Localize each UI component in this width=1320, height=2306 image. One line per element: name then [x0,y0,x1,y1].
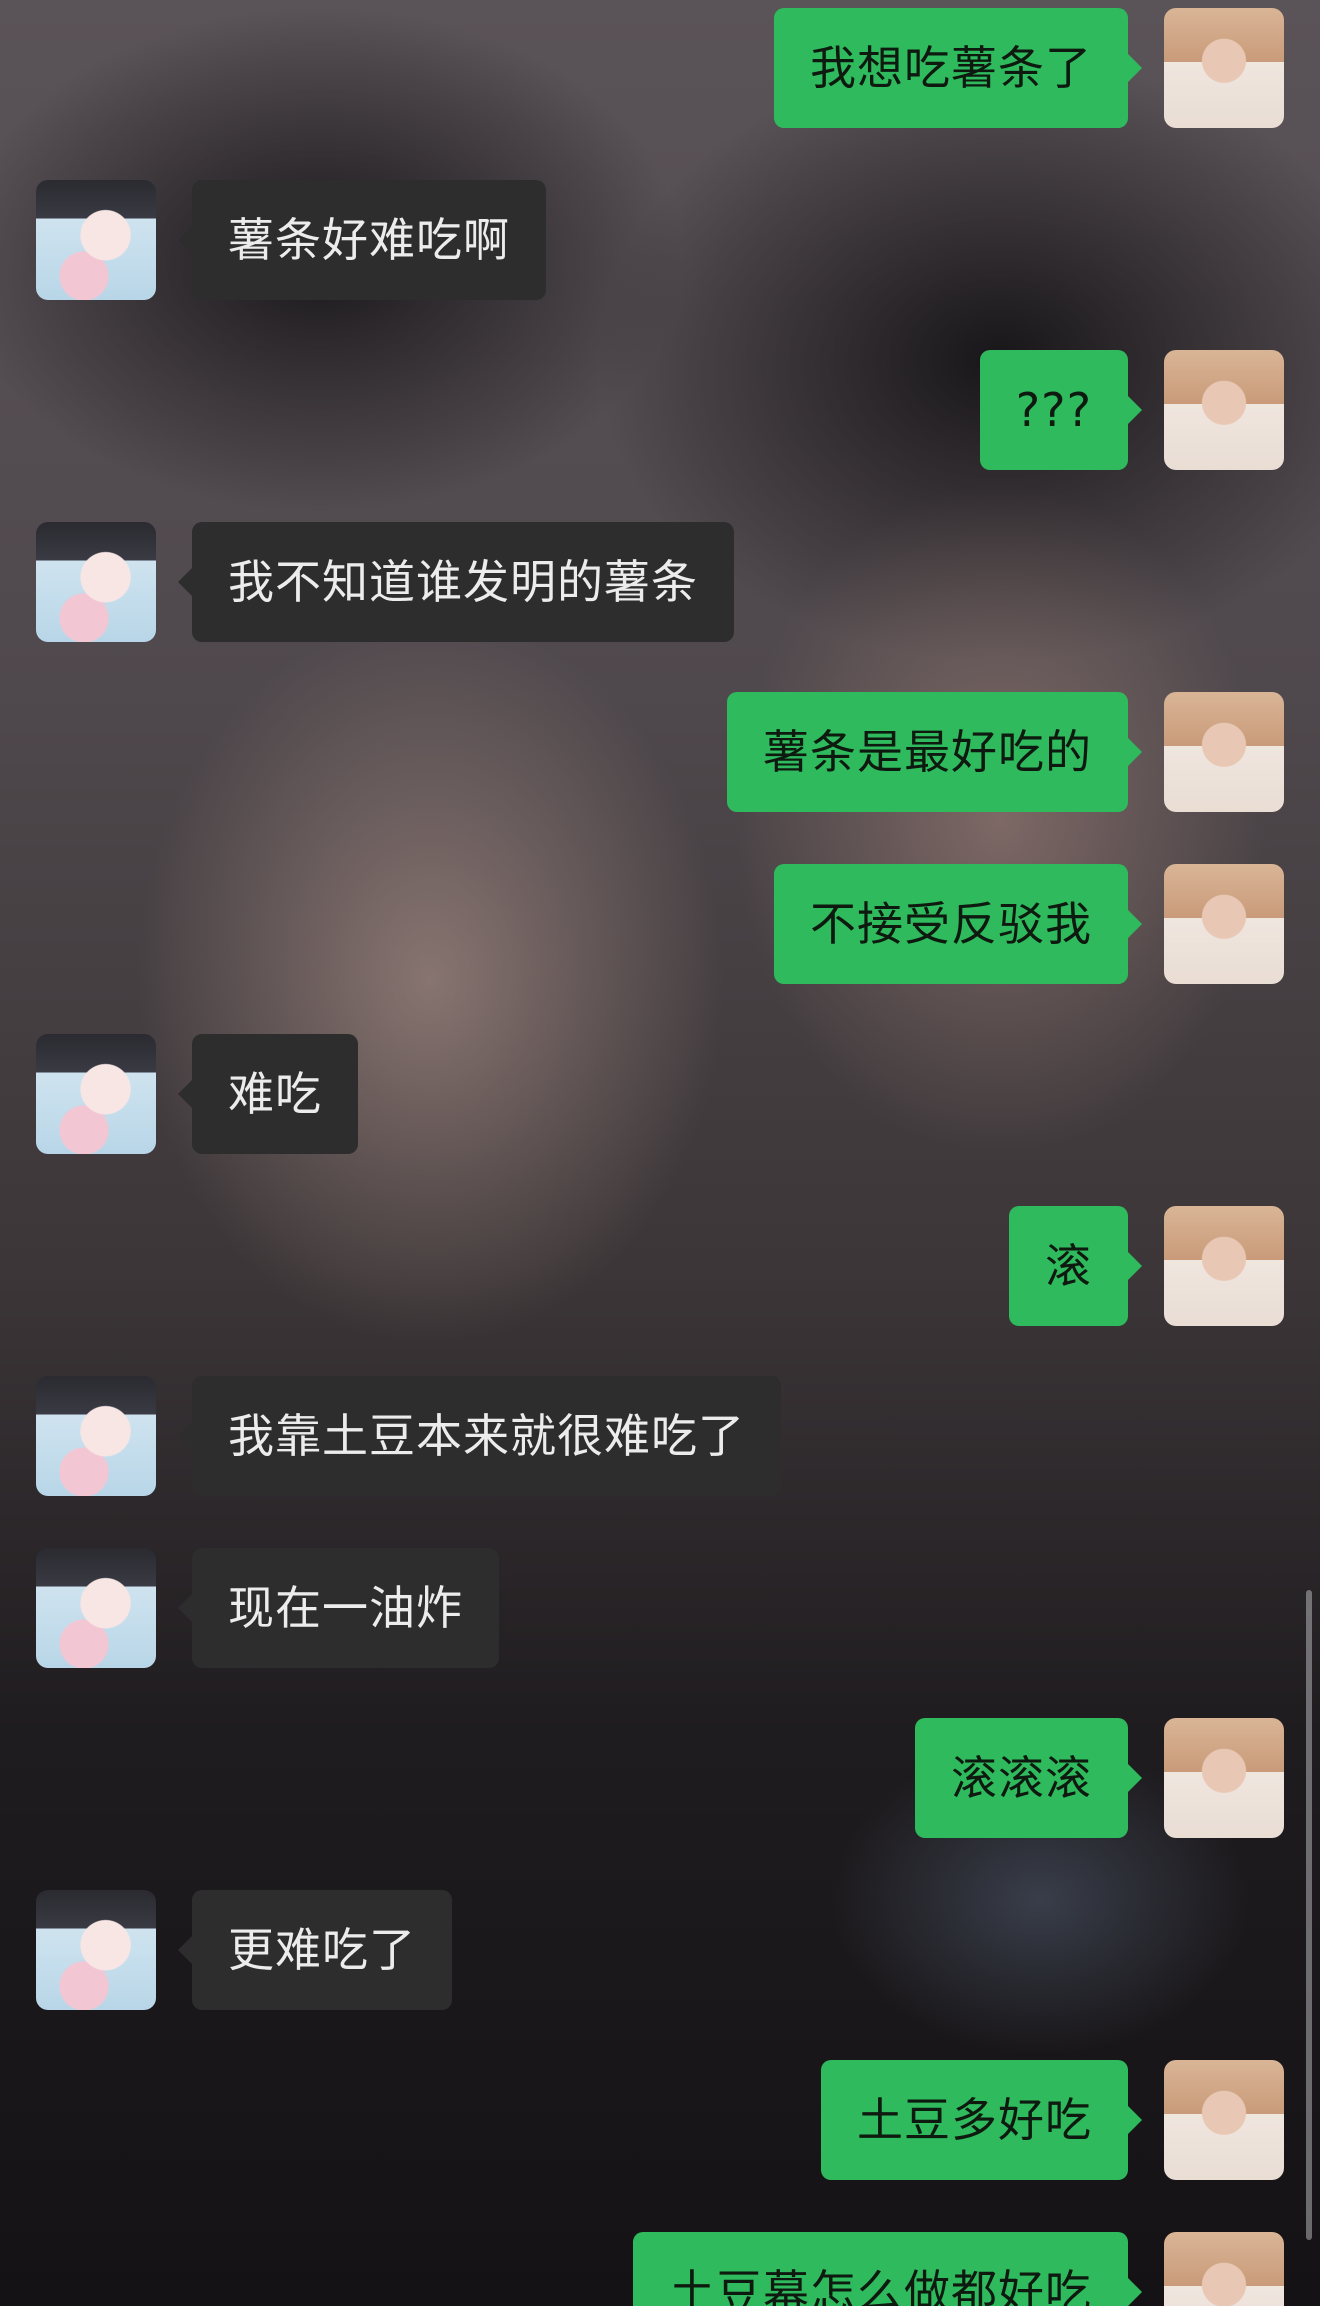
message-bubble-outgoing[interactable]: ??? [979,350,1143,470]
my-avatar[interactable] [1164,1718,1284,1838]
my-avatar[interactable] [1164,350,1284,470]
chat-screen: 我想吃薯条了 薯条好难吃啊 ??? 我不知道谁发明的薯条 薯条是最好吃的 不接受… [0,0,1320,2306]
message-row-incoming: 我不知道谁发明的薯条 [0,522,1320,642]
my-avatar[interactable] [1164,2060,1284,2180]
scrollbar[interactable] [1306,1590,1312,2240]
message-row-outgoing: 我想吃薯条了 [0,8,1320,128]
message-bubble-incoming[interactable]: 现在一油炸 [178,1548,499,1668]
message-row-outgoing: 土豆幕怎么做都好吃 [0,2232,1320,2306]
my-avatar[interactable] [1164,2232,1284,2306]
message-bubble-outgoing[interactable]: 土豆幕怎么做都好吃 [633,2232,1142,2306]
message-bubble-outgoing[interactable]: 滚 [1009,1206,1142,1326]
my-avatar[interactable] [1164,864,1284,984]
message-bubble-outgoing[interactable]: 滚滚滚 [915,1718,1142,1838]
message-bubble-incoming[interactable]: 我不知道谁发明的薯条 [178,522,734,642]
message-row-outgoing: ??? [0,350,1320,470]
message-row-incoming: 更难吃了 [0,1890,1320,2010]
message-row-incoming: 现在一油炸 [0,1548,1320,1668]
message-bubble-incoming[interactable]: 更难吃了 [178,1890,452,2010]
contact-avatar[interactable] [36,1548,156,1668]
contact-avatar[interactable] [36,180,156,300]
message-bubble-outgoing[interactable]: 不接受反驳我 [774,864,1142,984]
message-bubble-outgoing[interactable]: 薯条是最好吃的 [727,692,1142,812]
message-row-outgoing: 土豆多好吃 [0,2060,1320,2180]
message-bubble-incoming[interactable]: 薯条好难吃啊 [178,180,546,300]
message-row-outgoing: 滚 [0,1206,1320,1326]
message-bubble-outgoing[interactable]: 我想吃薯条了 [774,8,1142,128]
message-row-outgoing: 薯条是最好吃的 [0,692,1320,812]
message-row-incoming: 我靠土豆本来就很难吃了 [0,1376,1320,1496]
message-bubble-incoming[interactable]: 我靠土豆本来就很难吃了 [178,1376,781,1496]
message-row-outgoing: 滚滚滚 [0,1718,1320,1838]
message-row-incoming: 薯条好难吃啊 [0,180,1320,300]
my-avatar[interactable] [1164,1206,1284,1326]
message-row-incoming: 难吃 [0,1034,1320,1154]
contact-avatar[interactable] [36,522,156,642]
my-avatar[interactable] [1164,692,1284,812]
message-bubble-outgoing[interactable]: 土豆多好吃 [821,2060,1142,2180]
contact-avatar[interactable] [36,1890,156,2010]
contact-avatar[interactable] [36,1376,156,1496]
message-row-outgoing: 不接受反驳我 [0,864,1320,984]
message-bubble-incoming[interactable]: 难吃 [178,1034,358,1154]
contact-avatar[interactable] [36,1034,156,1154]
my-avatar[interactable] [1164,8,1284,128]
